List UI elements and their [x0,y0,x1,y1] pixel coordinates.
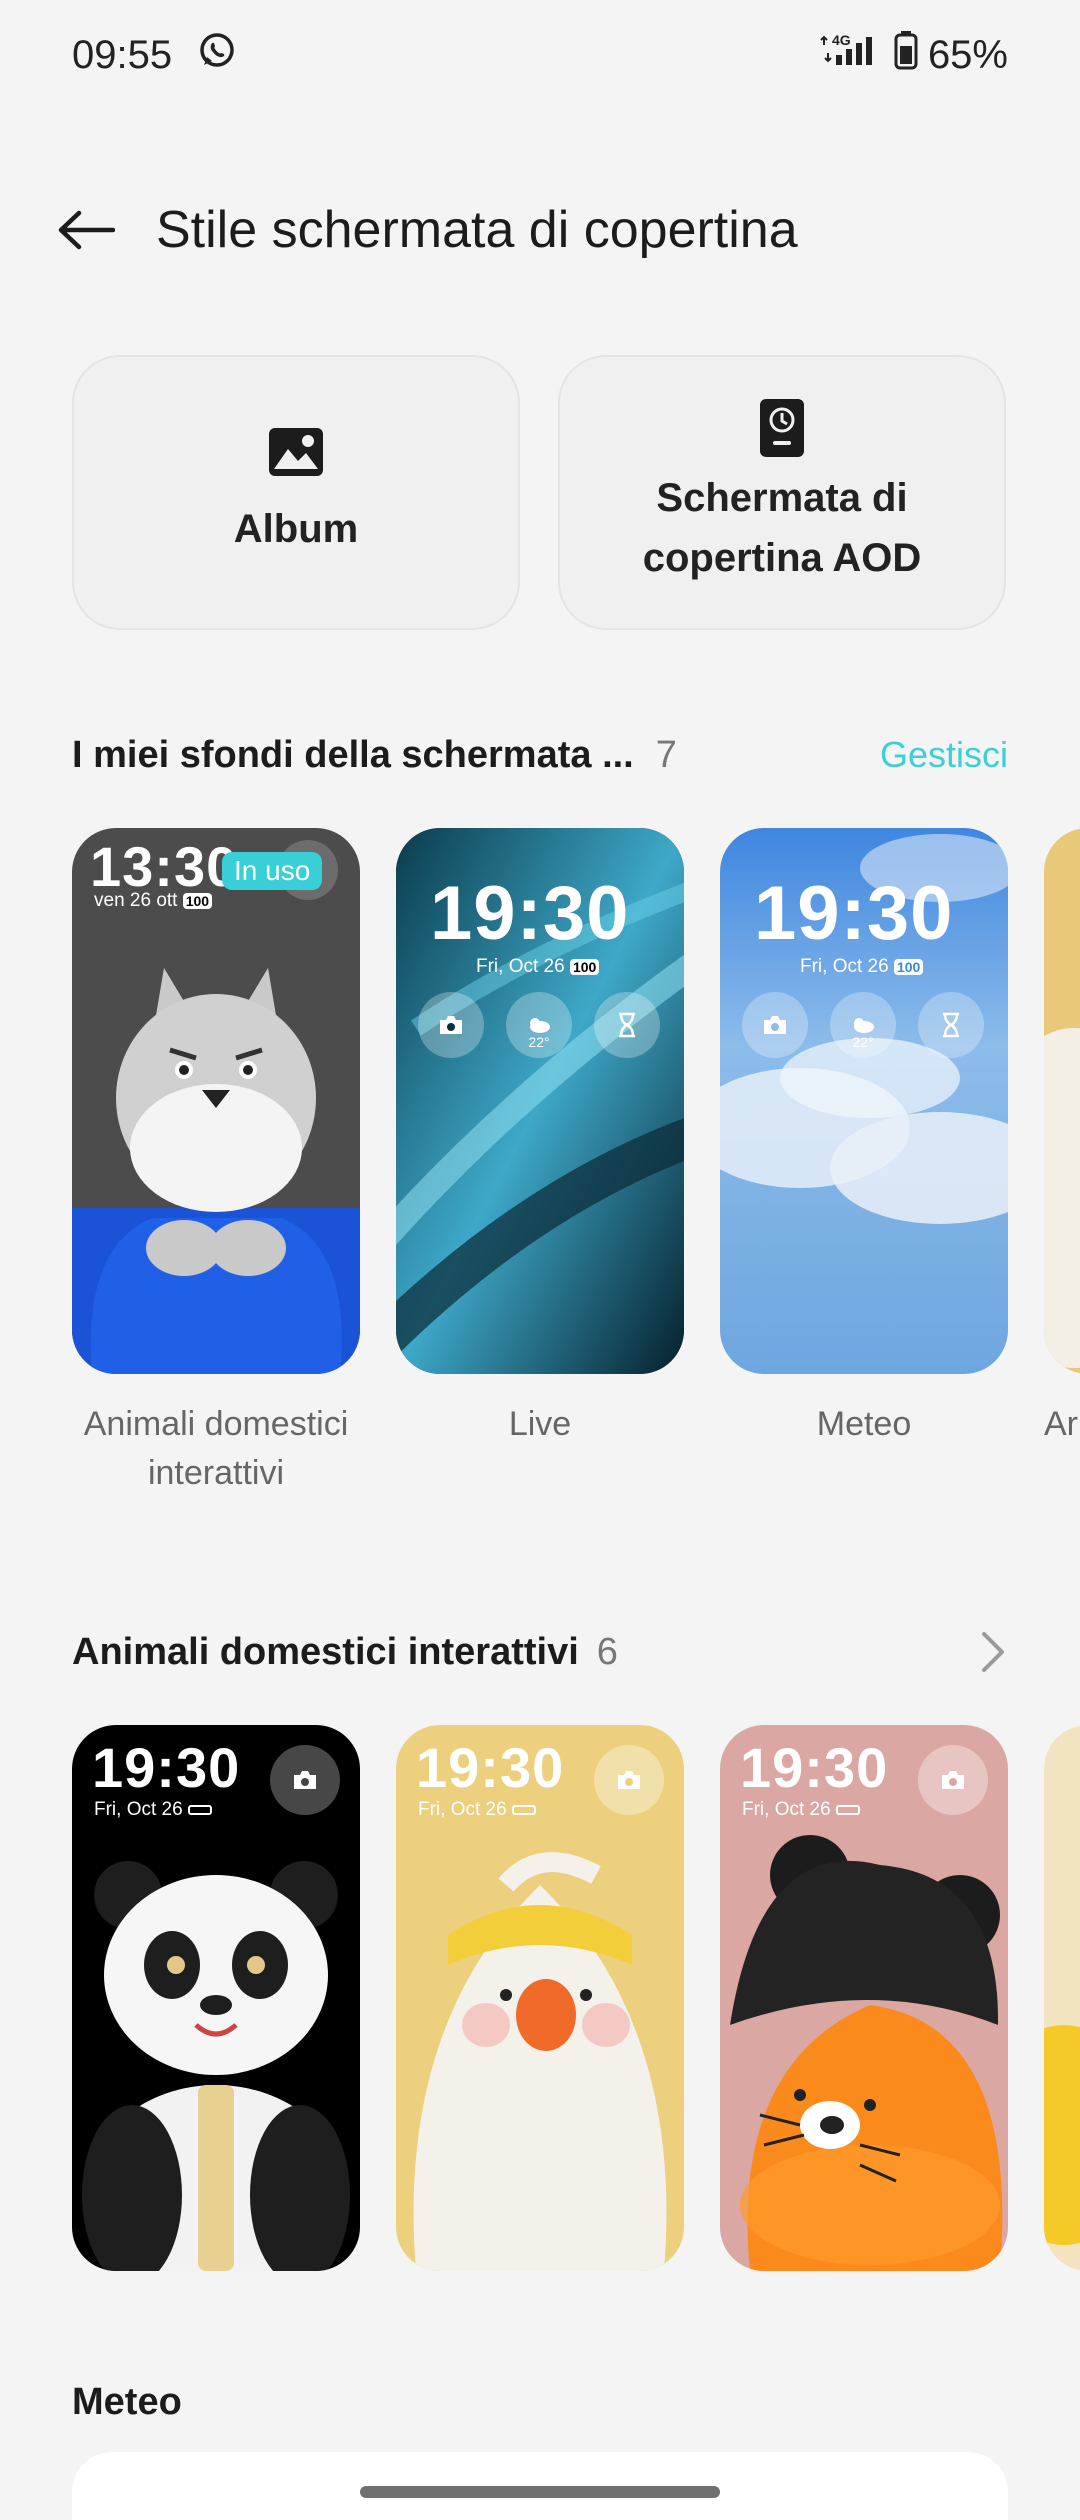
weather-widget-icon: 22° [830,992,896,1058]
weather-section-header: Meteo [72,2372,1008,2432]
whatsapp-icon [198,31,236,79]
aod-clock-icon [760,398,804,457]
section-count: 6 [596,1630,618,1673]
hourglass-widget-icon [594,992,660,1058]
section-count: 7 [655,733,677,776]
thumb-date: ven 26 ott 100 [94,890,213,912]
wallpaper-label: Animali domestici interattivi [83,1405,349,1492]
thumb-clock: 19:30 [740,1736,889,1799]
thumb-clock: 19:30 [754,871,954,956]
signal-icon: 4G [818,31,884,79]
camera-widget-icon [742,992,808,1058]
my-wallpapers-list: 13:30 ven 26 ott 100 In uso 19:30 Fri, O… [72,828,1080,1376]
header: Stile schermata di copertina [0,180,1080,280]
svg-text:4G: 4G [832,32,851,48]
camera-widget-icon [418,992,484,1058]
hourglass-widget-icon [918,992,984,1058]
page-title: Stile schermata di copertina [156,201,798,259]
aod-cover-button[interactable]: Schermata di copertina AOD [558,355,1006,630]
back-button[interactable] [52,196,120,264]
section-title: Animali domestici interattivi [72,1630,579,1673]
camera-icon [594,1745,664,1815]
camera-icon [270,1745,340,1815]
arrow-left-icon [58,210,115,250]
chevron-right-icon [982,1632,1004,1672]
section-title: Meteo [72,2380,182,2423]
pets-wallpapers-list: 19:30 Fri, Oct 26 19:30 Fri, Oct 26 19:3… [72,1725,1080,2273]
thumb-date: Fri, Oct 26 100 [476,956,600,978]
wallpaper-thumb-weather[interactable]: 19:30 Fri, Oct 26 100 22° [720,828,1008,1374]
album-label: Album [233,506,359,551]
thumb-clock: 19:30 [416,1736,565,1799]
thumb-clock: 19:30 [430,871,630,956]
thumb-date: Fri, Oct 26 [94,1799,212,1821]
album-button[interactable]: Album [72,355,520,630]
pet-illustration [1044,2025,1080,2245]
battery-icon [894,30,918,80]
wallpaper-thumb-partial[interactable] [1044,828,1080,1374]
status-time: 09:55 [72,32,173,77]
thumb-date: Fri, Oct 26 [418,1799,536,1821]
wallpaper-thumb-live[interactable]: 19:30 Fri, Oct 26 100 22° [396,828,684,1374]
my-wallpapers-header: I miei sfondi della schermata ... 7 Gest… [72,725,1008,785]
pets-section-header[interactable]: Animali domestici interattivi 6 [72,1622,1008,1682]
wallpaper-label: Live [508,1405,572,1443]
wallpaper-label: Ar [1044,1405,1078,1443]
pet-thumb-panda[interactable]: 19:30 Fri, Oct 26 [72,1725,360,2271]
wallpaper-thumb-pets[interactable]: 13:30 ven 26 ott 100 In uso [72,828,360,1374]
manage-link[interactable]: Gestisci [880,734,1008,776]
home-indicator[interactable] [360,2486,720,2498]
pet-thumb-duck[interactable]: 19:30 Fri, Oct 26 [396,1725,684,2271]
aod-cover-label: Schermata di copertina AOD [642,475,922,580]
weather-widget-icon: 22° [506,992,572,1058]
camera-icon [918,1745,988,1815]
pet-thumb-hamster[interactable]: 19:30 Fri, Oct 26 [720,1725,1008,2271]
thumb-clock: 19:30 [92,1736,241,1799]
pet-thumb-partial[interactable] [1044,1725,1080,2271]
in-use-badge: In uso [222,852,323,890]
thumb-date: Fri, Oct 26 100 [800,956,924,978]
pet-illustration [1044,1028,1080,1368]
status-bar: 09:55 4G 65% [0,0,1080,110]
wallpaper-label: Meteo [816,1405,912,1443]
image-icon [269,427,323,476]
section-title: I miei sfondi della schermata ... [72,733,634,776]
battery-percent: 65% [927,32,1008,77]
thumb-date: Fri, Oct 26 [742,1799,860,1821]
